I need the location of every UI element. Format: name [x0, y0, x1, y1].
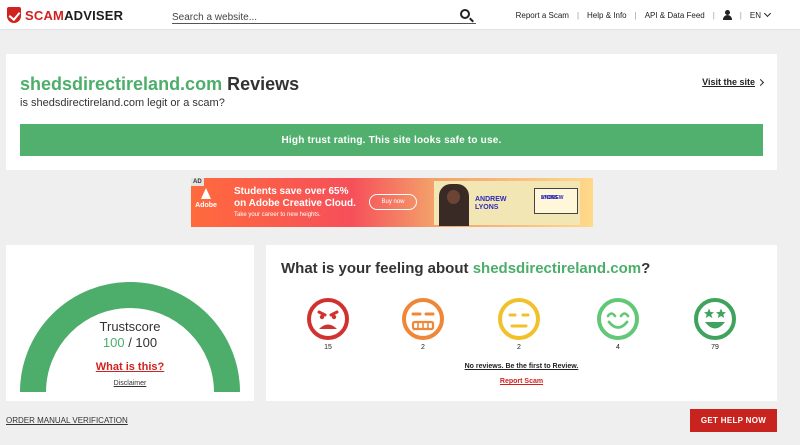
feeling-title-suffix: ? [641, 260, 651, 277]
ad-person-image [439, 184, 469, 226]
search-input[interactable] [172, 10, 442, 25]
visit-site-link[interactable]: Visit the site [702, 77, 765, 87]
report-scam-link[interactable]: Report Scam [266, 378, 777, 385]
trustscore-score: 100 [102, 335, 125, 350]
ad-headline-line: on Adobe Creative Cloud. [234, 198, 356, 209]
chevron-down-icon [763, 9, 772, 18]
nav-api-data-feed[interactable]: API & Data Feed [645, 11, 705, 20]
feeling-count: 2 [421, 344, 425, 351]
angry-face-icon [307, 298, 349, 340]
page-subtitle: is shedsdirectireland.com legit or a sca… [20, 97, 225, 109]
top-nav: Report a Scam | Help & Info | API & Data… [516, 0, 772, 30]
feeling-title-prefix: What is your feeling about [281, 260, 473, 277]
ad-person-name-line: ANDREW [475, 196, 507, 203]
adobe-brand-label: Adobe [195, 202, 217, 209]
adobe-logo-icon [199, 188, 213, 200]
ad-buy-now-button[interactable]: Buy now [369, 194, 417, 210]
trustscore-label: Trustscore [99, 319, 161, 334]
feeling-option-delighted[interactable]: 79 [692, 297, 738, 351]
feeling-count: 2 [517, 344, 521, 351]
nav-help-info[interactable]: Help & Info [587, 11, 627, 20]
user-icon[interactable] [722, 10, 732, 20]
language-label: EN [749, 10, 761, 20]
first-review-link[interactable]: No reviews. Be the first to Review. [266, 363, 777, 370]
search-bar [172, 7, 476, 25]
trustscore-max: / 100 [124, 335, 158, 350]
feeling-count: 79 [711, 344, 719, 351]
star-eyes-face-icon [694, 298, 736, 340]
feeling-option-annoyed[interactable]: 2 [400, 297, 446, 351]
logo-text: SCAMADVISER [25, 7, 124, 23]
nav-divider: | [576, 10, 580, 20]
nav-report-scam[interactable]: Report a Scam [516, 11, 569, 20]
get-help-now-button[interactable]: GET HELP NOW [690, 409, 777, 432]
language-selector[interactable]: EN [749, 9, 772, 20]
visit-site-label: Visit the site [702, 77, 755, 87]
ad-person-name: ANDREW LYONS [475, 196, 507, 212]
smiling-face-icon [597, 298, 639, 340]
feeling-option-angry[interactable]: 15 [305, 297, 351, 351]
disclaimer-link[interactable]: Disclaimer [6, 380, 254, 387]
feeling-title: What is your feeling about shedsdirectir… [281, 260, 650, 277]
feeling-count: 4 [616, 344, 620, 351]
order-manual-verification-link[interactable]: ORDER MANUAL VERIFICATION [6, 416, 128, 425]
feeling-card: What is your feeling about shedsdirectir… [266, 245, 777, 401]
top-header: SCAMADVISER Report a Scam | Help & Info … [0, 0, 800, 30]
ad-badge: AD [191, 178, 204, 186]
page-title: shedsdirectireland.com Reviews [20, 74, 299, 95]
search-icon[interactable] [460, 9, 470, 19]
feeling-domain: shedsdirectireland.com [472, 260, 642, 277]
site-domain: shedsdirectireland.com [20, 74, 223, 94]
ad-headline: Students save over 65% on Adobe Creative… [234, 186, 356, 210]
ad-name-card: ANDREW LYONS [534, 188, 578, 214]
trustscore-value: 100 / 100 [6, 335, 254, 350]
nav-divider: | [712, 10, 715, 20]
feeling-option-neutral[interactable]: 2 [496, 297, 542, 351]
adobe-brand: Adobe [195, 188, 217, 224]
scamadviser-logo[interactable]: SCAMADVISER [7, 6, 123, 24]
title-suffix: Reviews [222, 74, 300, 94]
feeling-option-happy[interactable]: 4 [595, 297, 641, 351]
annoyed-face-icon [402, 298, 444, 340]
feeling-count: 15 [324, 344, 332, 351]
nav-divider: | [739, 10, 742, 20]
ad-tagline: Take your career to new heights. [234, 212, 321, 218]
chevron-right-icon [756, 78, 765, 86]
ad-headline-line: Students save over 65% [234, 186, 349, 197]
ad-person-name-line: LYONS [475, 204, 499, 211]
ad-card-line: LYONS [541, 195, 558, 201]
trustscore-card: Trustscore 100 / 100 What is this? Discl… [6, 245, 254, 401]
shield-logo-icon [7, 7, 21, 23]
advertisement-banner[interactable]: AD Adobe Students save over 65% on Adobe… [191, 178, 593, 227]
nav-divider: | [634, 10, 637, 20]
review-summary-card: shedsdirectireland.com Reviews is shedsd… [6, 54, 777, 170]
trust-rating-banner: High trust rating. This site looks safe … [20, 124, 763, 156]
what-is-this-link[interactable]: What is this? [6, 361, 254, 373]
neutral-face-icon [498, 298, 540, 340]
